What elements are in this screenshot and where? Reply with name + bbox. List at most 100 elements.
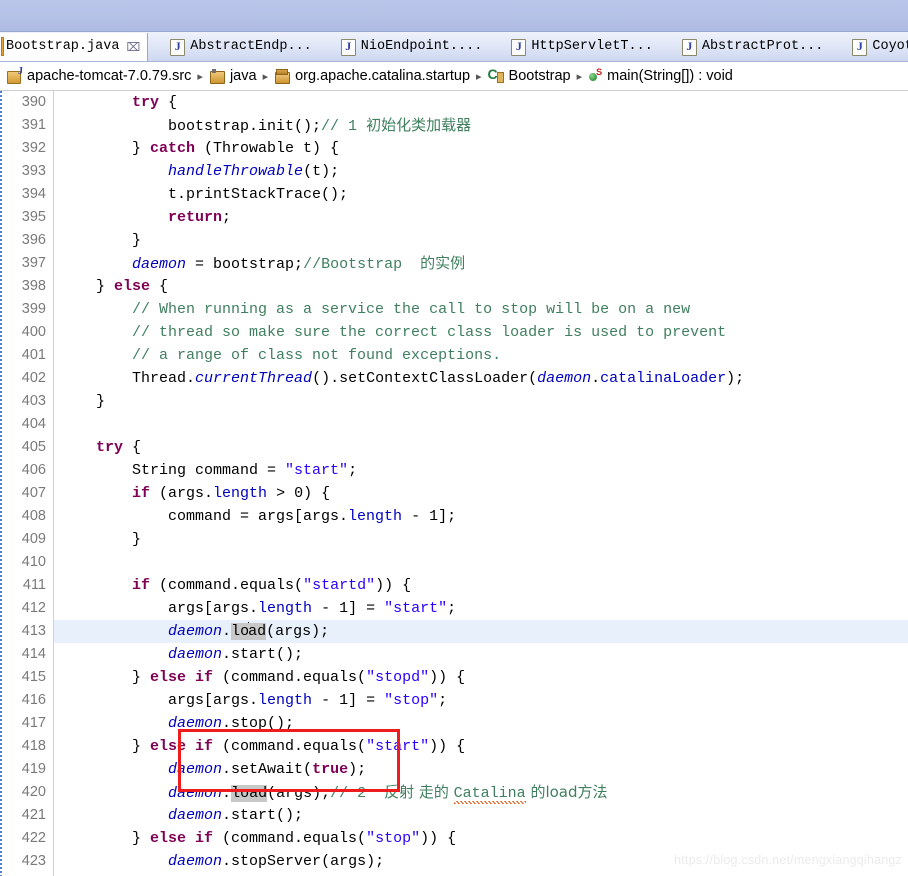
line-number: 411 (22, 577, 46, 593)
line-number: 412 (21, 600, 46, 616)
code-line-415[interactable]: } else if (command.equals("stopd")) { (60, 666, 908, 689)
line-number: 396 (21, 232, 46, 248)
breadcrumb-separator-icon: ▸ (576, 69, 583, 83)
source-folder-icon (209, 68, 226, 84)
code-line-418[interactable]: } else if (command.equals("start")) { (60, 735, 908, 758)
line-number: 393 (21, 163, 46, 179)
code-line-399[interactable]: // When running as a service the call to… (60, 298, 908, 321)
java-file-icon (511, 38, 527, 56)
code-line-395[interactable]: return; (60, 206, 908, 229)
editor-tab-bootstrap-java[interactable]: Bootstrap.java ⌧ (0, 33, 149, 61)
code-line-409[interactable]: } (60, 528, 908, 551)
line-number: 402 (21, 370, 46, 386)
code-line-408[interactable]: command = args[args.length - 1]; (60, 505, 908, 528)
line-number: 422 (21, 830, 46, 846)
java-file-icon (681, 38, 697, 56)
code-line-402[interactable]: Thread.currentThread().setContextClassLo… (60, 367, 908, 390)
window-strip-gradient (0, 0, 908, 31)
line-number: 407 (21, 485, 46, 501)
line-number: 399 (21, 301, 46, 317)
code-line-411[interactable]: if (command.equals("startd")) { (60, 574, 908, 597)
code-line-393[interactable]: handleThrowable(t); (60, 160, 908, 183)
breadcrumb-item-project[interactable]: apache-tomcat-7.0.79.src (6, 62, 191, 90)
editor-tab-coyoteadapter[interactable]: CoyoteAd (846, 33, 908, 61)
line-number: 417 (21, 715, 46, 731)
code-line-398[interactable]: } else { (60, 275, 908, 298)
line-number: 404 (21, 416, 46, 432)
java-file-icon (170, 38, 186, 56)
code-line-396[interactable]: } (60, 229, 908, 252)
java-project-icon (6, 66, 23, 84)
breadcrumb-label: apache-tomcat-7.0.79.src (27, 68, 192, 84)
class-icon (488, 66, 505, 84)
code-line-417[interactable]: daemon.stop(); (60, 712, 908, 735)
code-line-391[interactable]: bootstrap.init();// 1 初始化类加载器 (60, 114, 908, 137)
watermark-text: https://blog.csdn.net/mengxiangqihangz (674, 853, 902, 867)
close-icon[interactable]: ⌧ (126, 41, 140, 53)
code-line-394[interactable]: t.printStackTrace(); (60, 183, 908, 206)
editor-tab-httpservlettest[interactable]: HttpServletT... (505, 33, 660, 61)
code-line-407[interactable]: if (args.length > 0) { (60, 482, 908, 505)
editor-tab-bar[interactable]: Bootstrap.java ⌧ AbstractEndp... NioEndp… (0, 32, 908, 62)
code-line-414[interactable]: daemon.start(); (60, 643, 908, 666)
code-line-410[interactable] (60, 551, 908, 574)
line-number: 423 (21, 853, 46, 869)
tab-label: CoyoteAd (872, 39, 908, 55)
line-number: 398 (21, 278, 46, 294)
window-title-strip (0, 0, 908, 32)
code-line-422[interactable]: } else if (command.equals("stop")) { (60, 827, 908, 850)
java-file-icon (340, 38, 356, 56)
line-number: 415 (21, 669, 46, 685)
breadcrumb-item-package[interactable]: org.apache.catalina.startup (274, 62, 470, 90)
editor-tab-nioendpoint[interactable]: NioEndpoint.... (335, 33, 490, 61)
editor-tab-abstractprotocol[interactable]: AbstractProt... (676, 33, 831, 61)
line-number: 410 (21, 554, 46, 570)
line-number: 409 (21, 531, 46, 547)
code-line-397[interactable]: daemon = bootstrap;//Bootstrap 的实例 (60, 252, 908, 275)
breadcrumb-item-source-folder[interactable]: java (209, 62, 257, 90)
breadcrumb-separator-icon: ▸ (262, 69, 269, 83)
code-editor[interactable]: 390 391 392 393 394 395 396 397 398 399 … (0, 91, 908, 876)
breadcrumb[interactable]: apache-tomcat-7.0.79.src ▸ java ▸ org.ap… (0, 62, 908, 91)
code-line-405[interactable]: try { (60, 436, 908, 459)
line-number: 418 (21, 738, 46, 754)
line-number: 403 (21, 393, 46, 409)
code-line-412[interactable]: args[args.length - 1] = "start"; (60, 597, 908, 620)
tab-label: AbstractProt... (701, 39, 824, 55)
code-line-400[interactable]: // thread so make sure the correct class… (60, 321, 908, 344)
breadcrumb-separator-icon: ▸ (476, 69, 482, 83)
line-number: 421 (21, 807, 46, 823)
code-line-421[interactable]: daemon.start(); (60, 804, 908, 827)
line-number-gutter: 390 391 392 393 394 395 396 397 398 399 … (4, 91, 54, 876)
code-line-403[interactable]: } (60, 390, 908, 413)
line-number: 408 (21, 508, 46, 524)
package-icon (274, 68, 291, 84)
line-number: 390 (21, 94, 46, 110)
code-line-401[interactable]: // a range of class not found exceptions… (60, 344, 908, 367)
line-number: 391 (21, 117, 46, 133)
tab-label: HttpServletT... (531, 39, 653, 55)
code-line-416[interactable]: args[args.length - 1] = "stop"; (60, 689, 908, 712)
code-line-413[interactable]: daemon.load(args); (54, 620, 908, 643)
breadcrumb-label: main(String[]) : void (607, 68, 733, 84)
tab-label: AbstractEndp... (190, 39, 312, 55)
code-line-420[interactable]: daemon.load(args);// 2 反射 走的 Catalina 的l… (60, 781, 908, 806)
line-number: 405 (21, 439, 46, 455)
code-text-area[interactable]: try { bootstrap.init();// 1 初始化类加载器 } ca… (54, 91, 908, 876)
line-number: 400 (21, 324, 46, 340)
breadcrumb-item-method[interactable]: main(String[]) : void (588, 62, 733, 90)
editor-tab-abstractendpoint[interactable]: AbstractEndp... (164, 33, 319, 61)
code-line-419[interactable]: daemon.setAwait(true); (60, 758, 908, 781)
line-number: 419 (21, 761, 46, 777)
breadcrumb-item-class[interactable]: Bootstrap (488, 62, 571, 90)
code-line-406[interactable]: String command = "start"; (60, 459, 908, 482)
code-line-404[interactable] (60, 413, 908, 436)
line-number: 420 (21, 784, 46, 800)
code-line-392[interactable]: } catch (Throwable t) { (60, 137, 908, 160)
java-file-icon (852, 38, 868, 56)
line-number: 394 (21, 186, 46, 202)
code-line-390[interactable]: try { (60, 91, 908, 114)
tab-label: NioEndpoint.... (360, 39, 483, 55)
line-number: 406 (21, 462, 46, 478)
breadcrumb-label: java (229, 68, 257, 84)
